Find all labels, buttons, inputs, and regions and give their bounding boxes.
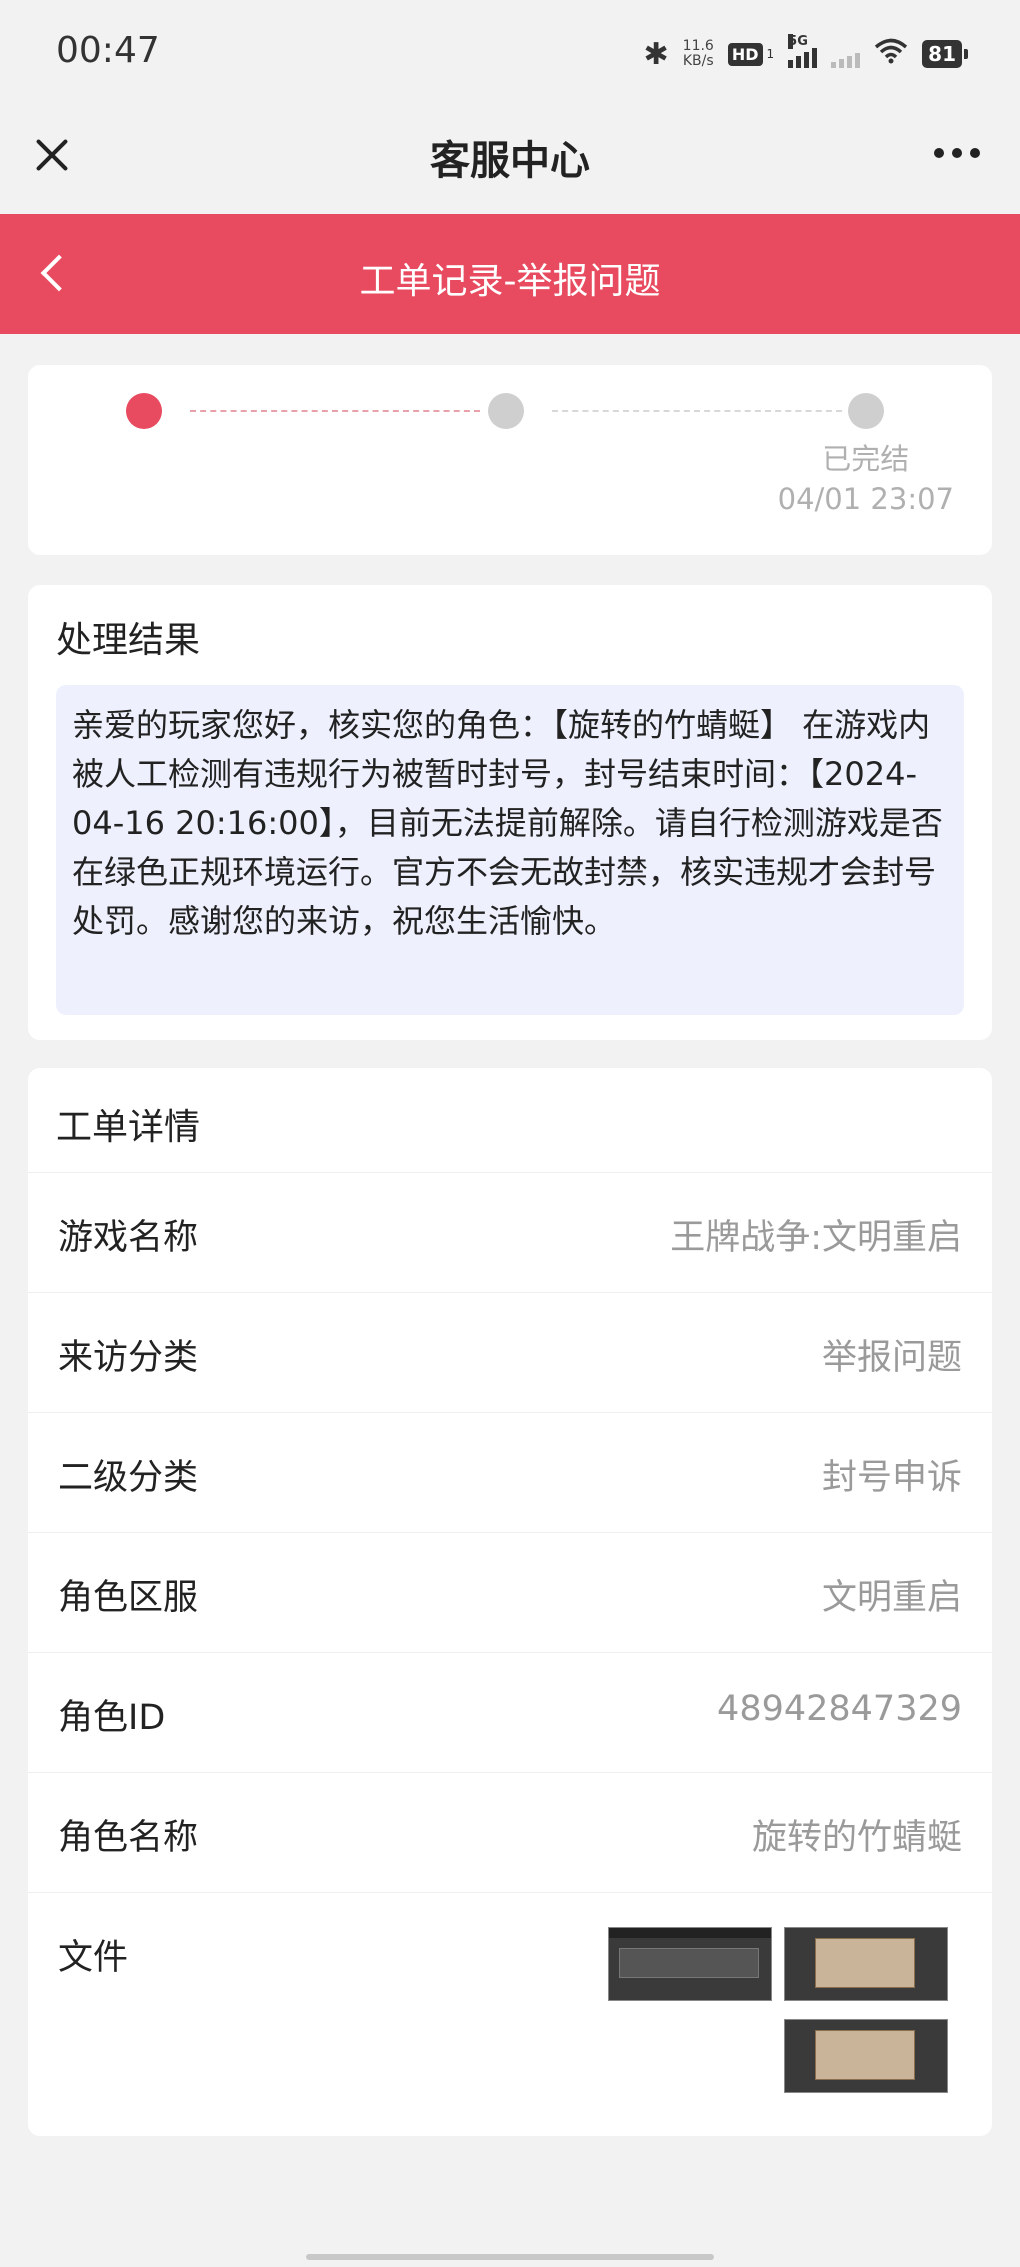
detail-row-role-id: 角色ID 48942847329 — [28, 1653, 992, 1773]
progress-status: 已完结 — [822, 442, 910, 476]
hd-voice-sub: 1 — [766, 47, 775, 61]
progress-step-3-label: 已完结 04/01 23:07 — [778, 439, 954, 519]
app-title: 客服中心 — [430, 138, 590, 184]
file-thumbnail[interactable] — [784, 2019, 948, 2093]
row-label: 角色区服 — [58, 1578, 199, 1618]
detail-title: 工单详情 — [56, 1107, 201, 1148]
row-value: 王牌战争:文明重启 — [670, 1218, 962, 1258]
detail-card: 工单详情 游戏名称 王牌战争:文明重启 来访分类 举报问题 二级分类 封号申诉 … — [28, 1068, 992, 2136]
row-value: 文明重启 — [821, 1578, 962, 1618]
result-card: 处理结果 亲爱的玩家您好，核实您的角色：【旋转的竹蜻蜓】 在游戏内被人工检测有违… — [28, 585, 992, 1040]
row-value: 封号申诉 — [821, 1458, 962, 1498]
detail-row-visit-category: 来访分类 举报问题 — [28, 1293, 992, 1413]
row-value: 48942847329 — [717, 1689, 962, 1729]
bluetooth-icon: ✱ — [643, 36, 669, 72]
progress-step-3 — [848, 393, 884, 429]
file-thumbnail[interactable] — [608, 1927, 772, 2001]
network-speed-value: 11.6 — [682, 38, 714, 54]
row-value: 举报问题 — [821, 1338, 962, 1378]
status-bar: 00:47 ✱ 11.6 KB/s HD 1 5G 81 — [0, 0, 1020, 108]
battery-icon: 81 — [922, 40, 968, 68]
page-title: 工单记录-举报问题 — [359, 261, 661, 302]
file-thumbnail[interactable] — [784, 1927, 948, 2001]
hd-voice-icon: HD — [727, 42, 763, 66]
home-indicator[interactable] — [306, 2254, 714, 2260]
network-speed-unit: KB/s — [682, 53, 714, 69]
network-speed: 11.6 KB/s — [683, 39, 714, 69]
cellular-signal-icon: 5G — [788, 34, 818, 68]
status-icons: ✱ 11.6 KB/s HD 1 5G 81 — [643, 34, 968, 74]
detail-row-server: 角色区服 文明重启 — [28, 1533, 992, 1653]
status-time: 00:47 — [56, 30, 160, 71]
row-label: 来访分类 — [58, 1338, 199, 1378]
progress-time: 04/01 23:07 — [777, 482, 954, 516]
row-label: 游戏名称 — [58, 1218, 199, 1258]
detail-row-game-name: 游戏名称 王牌战争:文明重启 — [28, 1173, 992, 1293]
row-value: 旋转的竹蜻蜓 — [751, 1818, 962, 1858]
wifi-icon — [874, 38, 908, 71]
progress-card: 已完结 04/01 23:07 — [28, 365, 992, 555]
secondary-signal-icon — [831, 40, 861, 68]
progress-connector-1 — [190, 410, 480, 412]
progress-step-1 — [126, 393, 162, 429]
network-type: 5G — [788, 34, 808, 49]
more-options-icon[interactable] — [934, 148, 980, 158]
progress-connector-2 — [552, 410, 842, 412]
detail-header: 工单详情 — [28, 1068, 992, 1173]
row-label: 角色名称 — [58, 1818, 199, 1858]
result-title: 处理结果 — [56, 620, 201, 661]
detail-row-role-name: 角色名称 旋转的竹蜻蜓 — [28, 1773, 992, 1893]
detail-row-subcategory: 二级分类 封号申诉 — [28, 1413, 992, 1533]
row-label: 二级分类 — [58, 1458, 199, 1498]
detail-row-files: 文件 — [28, 1893, 992, 2133]
page-header: 工单记录-举报问题 — [0, 214, 1020, 334]
row-label: 角色ID — [58, 1698, 166, 1738]
result-message: 亲爱的玩家您好，核实您的角色：【旋转的竹蜻蜓】 在游戏内被人工检测有违规行为被暂… — [56, 685, 964, 1015]
row-label: 文件 — [58, 1938, 129, 1978]
app-title-bar: 客服中心 — [0, 108, 1020, 214]
progress-step-2 — [488, 393, 524, 429]
